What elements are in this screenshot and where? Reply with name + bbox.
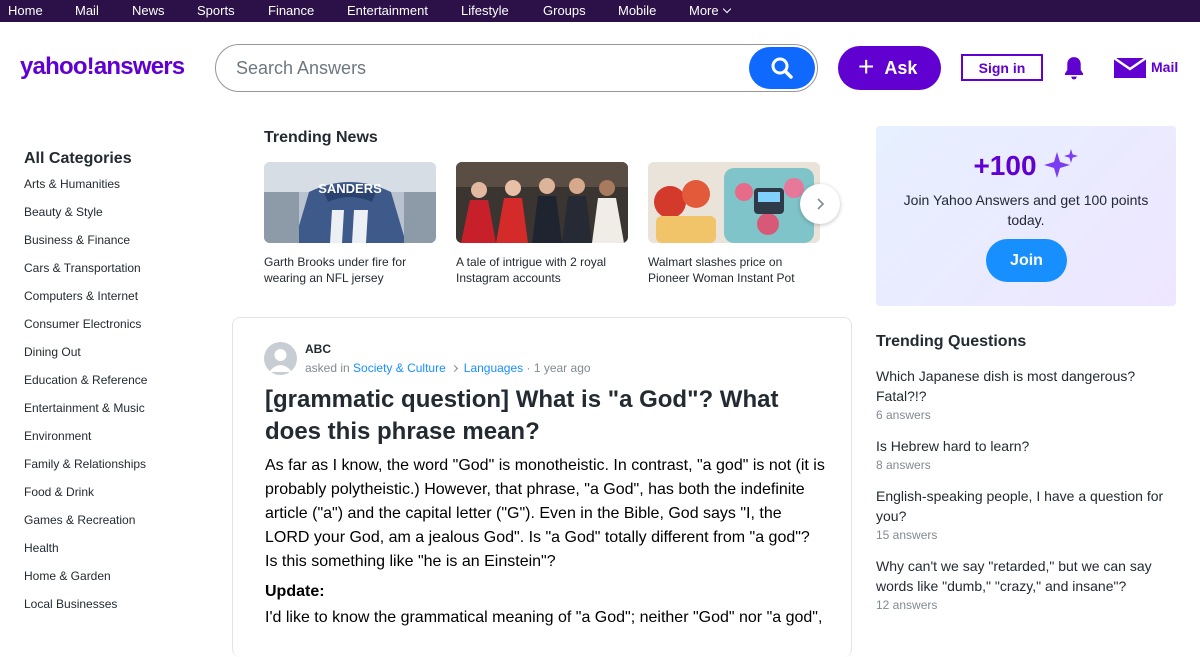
category-item[interactable]: Home & Garden [24,568,147,596]
question-body: As far as I know, the word "God" is mono… [265,457,825,570]
trending-question[interactable]: English-speaking people, I have a questi… [876,486,1166,542]
mail-icon [1113,56,1147,78]
top-nav: Home Mail News Sports Finance Entertainm… [0,0,1200,22]
category-item[interactable]: Cars & Transportation [24,260,147,288]
nav-lifestyle[interactable]: Lifestyle [461,3,509,18]
trending-question-text[interactable]: Which Japanese dish is most dangerous? F… [876,366,1166,406]
user-icon [269,349,292,372]
news-thumbnail [456,162,628,243]
category-item[interactable]: Arts & Humanities [24,176,147,204]
nav-home[interactable]: Home [8,3,43,18]
plus-icon: + [858,51,875,82]
nav-mail[interactable]: Mail [75,3,99,18]
news-card[interactable]: SANDERS Garth Brooks under fire for wear… [264,162,436,286]
category-item[interactable]: Computers & Internet [24,288,147,316]
news-card[interactable]: A tale of intrigue with 2 royal Instagra… [456,162,628,286]
ask-button[interactable]: + Ask [838,46,941,90]
subcategory-link[interactable]: Languages [464,361,523,375]
answer-count: 8 answers [876,458,931,472]
category-item[interactable]: Dining Out [24,344,147,372]
promo-text: Join Yahoo Answers and get 100 points to… [903,192,1149,228]
search-button[interactable] [749,47,815,89]
category-item[interactable]: Beauty & Style [24,204,147,232]
nav-news[interactable]: News [132,3,165,18]
chevron-down-icon [722,4,731,14]
trending-news-heading: Trending News [264,129,378,146]
search-input[interactable] [236,55,736,81]
category-item[interactable]: Local Businesses [24,596,147,624]
jersey-text: SANDERS [318,181,382,196]
points-display: +100 [876,148,1176,184]
avatar[interactable] [264,342,297,375]
nav-finance[interactable]: Finance [268,3,314,18]
trending-questions-heading: Trending Questions [876,333,1027,350]
yahoo-answers-logo[interactable]: yahoo!answers [20,53,185,81]
search-bar [215,44,818,92]
category-item[interactable]: Environment [24,428,147,456]
trending-question-text[interactable]: Why can't we say "retarded," but we can … [876,556,1166,596]
trending-question[interactable]: Is Hebrew hard to learn? 8 answers [876,436,1166,472]
chevron-right-icon [817,198,825,210]
category-item[interactable]: Entertainment & Music [24,400,147,428]
points-promo: +100 Join Yahoo Answers and get 100 poin… [876,126,1176,306]
nav-mobile[interactable]: Mobile [618,3,656,18]
news-caption: A tale of intrigue with 2 royal Instagra… [456,255,607,285]
search-icon [771,57,793,79]
news-thumbnail: SANDERS [264,162,436,243]
category-item[interactable]: Health [24,540,147,568]
question-age: · 1 year ago [526,361,591,375]
answer-count: 12 answers [876,598,938,612]
category-link[interactable]: Society & Culture [353,361,446,375]
news-caption: Garth Brooks under fire for wearing an N… [264,255,407,285]
update-body: I'd like to know the grammatical meaning… [265,609,823,626]
category-item[interactable]: Consumer Electronics [24,316,147,344]
points-value: +100 [973,150,1037,181]
question-title: [grammatic question] What is "a God"? Wh… [265,386,779,445]
carousel-next-button[interactable] [800,184,840,224]
news-thumbnail [648,162,820,243]
trending-question-text[interactable]: English-speaking people, I have a questi… [876,486,1166,526]
mail-label: Mail [1151,59,1179,75]
answer-count: 15 answers [876,528,938,542]
chevron-right-icon [450,364,458,373]
ask-label: Ask [884,57,918,78]
news-card[interactable]: Walmart slashes price on Pioneer Woman I… [648,162,820,286]
join-button[interactable]: Join [986,239,1067,282]
category-item[interactable]: Business & Finance [24,232,147,260]
nav-sports[interactable]: Sports [197,3,235,18]
category-item[interactable]: Family & Relationships [24,456,147,484]
answer-count: 6 answers [876,408,931,422]
sign-in-button[interactable]: Sign in [961,54,1043,81]
category-item[interactable]: Education & Reference [24,372,147,400]
trending-question-text[interactable]: Is Hebrew hard to learn? [876,436,1166,456]
bell-icon[interactable] [1061,55,1087,81]
nav-groups[interactable]: Groups [543,3,586,18]
categories-heading: All Categories [24,150,132,167]
sparkle-icon [1043,149,1078,178]
category-list: All Categories Arts & Humanities Beauty … [24,150,147,624]
question-meta: asked in Society & Culture Languages · 1 … [305,361,591,375]
category-item[interactable]: Food & Drink [24,484,147,512]
nav-more[interactable]: More [689,3,731,18]
trending-question[interactable]: Why can't we say "retarded," but we can … [876,556,1166,612]
mail-link[interactable]: Mail [1113,55,1178,79]
nav-entertainment[interactable]: Entertainment [347,3,428,18]
asked-in-label: asked in [305,361,350,375]
category-item[interactable]: Games & Recreation [24,512,147,540]
news-caption: Walmart slashes price on Pioneer Woman I… [648,255,795,285]
update-label: Update: [265,583,325,600]
nav-more-label: More [689,3,719,18]
trending-question[interactable]: Which Japanese dish is most dangerous? F… [876,366,1166,422]
asker-name[interactable]: ABC [305,342,331,356]
